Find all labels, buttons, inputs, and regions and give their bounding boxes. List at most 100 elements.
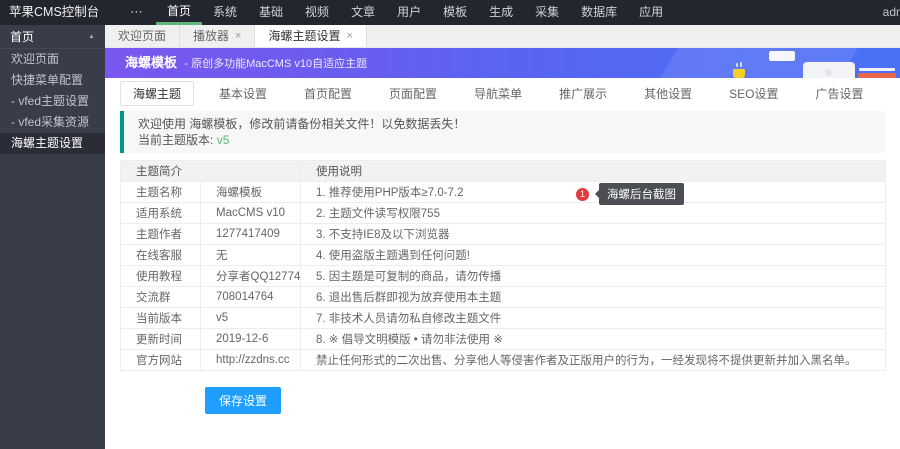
save-settings-button[interactable]: 保存设置 [205, 387, 281, 414]
top-nav-home[interactable]: 首页 [156, 0, 202, 25]
settings-content: 海螺主题 基本设置 首页配置 页面配置 导航菜单 推广展示 其他设置 SEO设置… [105, 78, 900, 414]
table-row: 官方网站 http://zzdns.cc 禁止任何形式的二次出售、分享他人等侵害… [121, 350, 886, 371]
laptop-icon [803, 62, 855, 78]
sidebar-item-quick-menu[interactable]: 快捷菜单配置 [0, 70, 105, 91]
app-logo: 苹果CMS控制台 [0, 0, 118, 25]
sidebar: 首页 ▲ 欢迎页面 快捷菜单配置 - vfed主题设置 - vfed采集资源 海… [0, 25, 105, 449]
theme-settings-tabs: 海螺主题 基本设置 首页配置 页面配置 导航菜单 推广展示 其他设置 SEO设置… [120, 82, 885, 105]
books-icon [858, 73, 896, 78]
top-nav-collect[interactable]: 采集 [524, 0, 570, 25]
sidebar-group-label: 首页 [10, 25, 34, 49]
row-label: 交流群 [121, 287, 201, 308]
row-desc: 8. ※ 倡导文明模版 • 请勿非法使用 ※ [301, 329, 886, 350]
row-label: 当前版本 [121, 308, 201, 329]
top-nav: 首页 系统 基础 视频 文章 用户 模板 生成 采集 数据库 应用 [156, 0, 883, 25]
top-nav-basic[interactable]: 基础 [248, 0, 294, 25]
sidebar-item-welcome[interactable]: 欢迎页面 [0, 49, 105, 70]
notice-box: 欢迎使用 海螺模板，修改前请备份相关文件！以免数据丢失！ 当前主题版本: v5 [120, 111, 885, 153]
banner-subtitle: - 原创多功能MacCMS v10自适应主题 [184, 58, 367, 70]
tab-nav-menu[interactable]: 导航菜单 [462, 82, 534, 105]
tab-label: 欢迎页面 [118, 25, 166, 48]
row-desc: 3. 不支持IE8及以下浏览器 [301, 224, 886, 245]
row-value: 海螺模板 [201, 182, 301, 203]
caret-up-icon: ▲ [88, 26, 94, 48]
coffee-cup-icon [733, 69, 745, 78]
row-desc: 2. 主题文件读写权限755 [301, 203, 886, 224]
page-tab-player[interactable]: 播放器 × [180, 25, 255, 47]
row-value: 无 [201, 245, 301, 266]
top-nav-video[interactable]: 视频 [294, 0, 340, 25]
page-tab-hailuo-settings[interactable]: 海螺主题设置 × [255, 25, 366, 47]
row-label: 主题名称 [121, 182, 201, 203]
table-row: 适用系统 MacCMS v10 2. 主题文件读写权限755 [121, 203, 886, 224]
table-row: 当前版本 v5 7. 非技术人员请勿私自修改主题文件 [121, 308, 886, 329]
tab-hailuo-theme[interactable]: 海螺主题 [120, 81, 194, 106]
speech-bubble-icon [769, 51, 795, 61]
tab-page-config[interactable]: 页面配置 [377, 82, 449, 105]
column-header-intro: 主题简介 [121, 161, 301, 182]
tooltip-arrow-icon [591, 190, 599, 198]
piracy-warning-text: 禁止任何形式的二次出售、分享他人等侵害作者及正版用户的行为，一经发现将不提供更新… [301, 350, 886, 371]
tab-label: 海螺主题设置 [268, 25, 340, 48]
table-row: 交流群 708014764 6. 退出售后群即视为放弃使用本主题 [121, 287, 886, 308]
official-site-link[interactable]: http://zzdns.cc [201, 350, 301, 371]
top-nav-article[interactable]: 文章 [340, 0, 386, 25]
tab-ad-settings[interactable]: 广告设置 [803, 82, 875, 105]
tab-basic-settings[interactable]: 基本设置 [207, 82, 279, 105]
user-name[interactable]: adm [883, 0, 900, 25]
notice-line1: 欢迎使用 海螺模板，修改前请备份相关文件！以免数据丢失！ [138, 116, 871, 132]
page-tabbar: 欢迎页面 播放器 × 海螺主题设置 × [105, 25, 900, 48]
top-nav-generate[interactable]: 生成 [478, 0, 524, 25]
table-row: 更新时间 2019-12-6 8. ※ 倡导文明模版 • 请勿非法使用 ※ [121, 329, 886, 350]
table-row: 在线客服 无 4. 使用盗版主题遇到任何问题! [121, 245, 886, 266]
top-nav-user[interactable]: 用户 [386, 0, 432, 25]
screenshot-tooltip: 1 海螺后台截图 [576, 183, 684, 205]
sidebar-group-home[interactable]: 首页 ▲ [0, 25, 105, 49]
row-desc: 7. 非技术人员请勿私自修改主题文件 [301, 308, 886, 329]
row-value: 分享者QQ1277417409 [201, 266, 301, 287]
tab-promo-display[interactable]: 推广展示 [547, 82, 619, 105]
table-header-row: 主题简介 使用说明 [121, 161, 886, 182]
main-area: 欢迎页面 播放器 × 海螺主题设置 × 海螺模板 - 原创多功能MacCMS v… [105, 25, 900, 449]
row-label: 在线客服 [121, 245, 201, 266]
top-nav-app[interactable]: 应用 [628, 0, 674, 25]
row-value: MacCMS v10 [201, 203, 301, 224]
page-tab-welcome[interactable]: 欢迎页面 [105, 25, 180, 47]
banner-theme-name: 海螺模板 [125, 55, 177, 70]
top-nav-system[interactable]: 系统 [202, 0, 248, 25]
table-row: 使用教程 分享者QQ1277417409 5. 因主题是可复制的商品，请勿传播 [121, 266, 886, 287]
tab-other-settings[interactable]: 其他设置 [632, 82, 704, 105]
theme-banner: 海螺模板 - 原创多功能MacCMS v10自适应主题 [105, 48, 900, 78]
row-label: 适用系统 [121, 203, 201, 224]
close-icon[interactable]: × [235, 25, 241, 48]
alert-badge[interactable]: 1 [576, 188, 589, 201]
notice-line2: 当前主题版本: v5 [138, 132, 871, 148]
row-label: 更新时间 [121, 329, 201, 350]
sidebar-item-hailuo-theme[interactable]: 海螺主题设置 [0, 133, 105, 154]
tab-seo-settings[interactable]: SEO设置 [717, 82, 790, 105]
version-label: 当前主题版本: [138, 133, 213, 147]
tooltip-text: 海螺后台截图 [599, 183, 684, 205]
row-desc: 5. 因主题是可复制的商品，请勿传播 [301, 266, 886, 287]
top-header: 苹果CMS控制台 ⋯ 首页 系统 基础 视频 文章 用户 模板 生成 采集 数据… [0, 0, 900, 25]
sidebar-item-vfed-theme[interactable]: - vfed主题设置 [0, 91, 105, 112]
theme-info-table: 主题简介 使用说明 主题名称 海螺模板 1. 推荐使用PHP版本≥7.0-7.2… [120, 160, 886, 371]
top-nav-database[interactable]: 数据库 [570, 0, 628, 25]
row-desc: 6. 退出售后群即视为放弃使用本主题 [301, 287, 886, 308]
sidebar-item-vfed-collect[interactable]: - vfed采集资源 [0, 112, 105, 133]
version-value: v5 [217, 133, 230, 147]
row-label: 官方网站 [121, 350, 201, 371]
row-value: 708014764 [201, 287, 301, 308]
close-icon[interactable]: × [346, 25, 352, 48]
tab-home-config[interactable]: 首页配置 [292, 82, 364, 105]
row-value: 1277417409 [201, 224, 301, 245]
row-label: 使用教程 [121, 266, 201, 287]
banner-illustration [690, 48, 900, 78]
top-nav-template[interactable]: 模板 [432, 0, 478, 25]
row-value: 2019-12-6 [201, 329, 301, 350]
tab-label: 播放器 [193, 25, 229, 48]
table-row: 主题作者 1277417409 3. 不支持IE8及以下浏览器 [121, 224, 886, 245]
more-menu-icon[interactable]: ⋯ [118, 0, 156, 25]
banner-title: 海螺模板 - 原创多功能MacCMS v10自适应主题 [125, 48, 367, 78]
row-value: v5 [201, 308, 301, 329]
